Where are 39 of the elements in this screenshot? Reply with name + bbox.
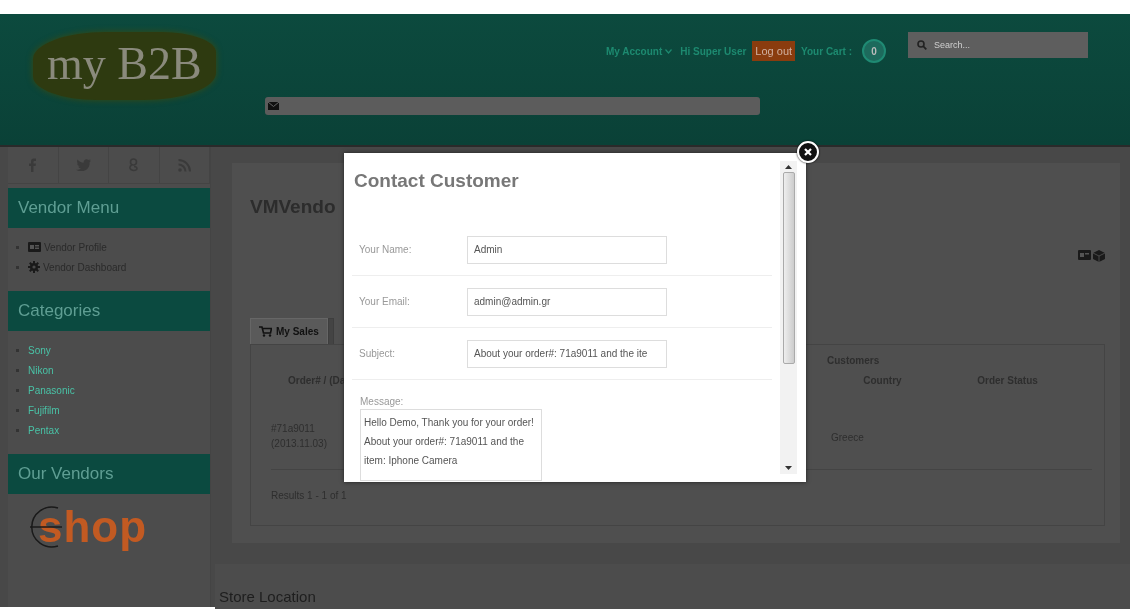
message-field[interactable]: Hello Demo, Thank you for your order! About your order#: 71a9011 and the item: Iphone Camera — [360, 409, 542, 481]
tab[interactable]: My Sales — [250, 318, 328, 344]
field-label: Message: — [360, 396, 405, 407]
category-link[interactable]: Nikon — [28, 364, 54, 376]
id-card-icon[interactable] — [1078, 250, 1091, 260]
tab[interactable] — [327, 318, 334, 344]
box-icon[interactable] — [1093, 250, 1105, 262]
scroll-thumb[interactable] — [782, 172, 795, 364]
category-link[interactable]: Fujifilm — [28, 404, 60, 416]
field-label: Your Name: — [359, 244, 413, 255]
category-link[interactable]: Panasonic — [28, 384, 75, 396]
mail-icon — [267, 102, 279, 110]
category-link[interactable]: Pentax — [28, 424, 60, 436]
my-account-link[interactable]: My Account — [605, 45, 663, 57]
field-label: Your Email: — [359, 296, 411, 307]
greeting-text: Hi Super User — [680, 45, 747, 57]
search-icon — [917, 40, 927, 50]
sidebar-section-heading: Categories — [8, 291, 210, 331]
cart-count-badge: 0 — [862, 39, 886, 63]
search-field[interactable]: Search... — [908, 32, 1088, 58]
sidebar-section-heading: Our Vendors — [8, 454, 210, 494]
input-field[interactable]: Admin — [467, 235, 667, 264]
site-logo: my B2B — [33, 32, 216, 100]
cart-icon — [259, 326, 272, 337]
category-link[interactable]: Sony — [28, 344, 51, 356]
scroll-up-icon[interactable] — [785, 165, 792, 169]
sidebar-section-heading: Vendor Menu — [8, 188, 210, 228]
scrollbar[interactable] — [780, 161, 797, 474]
close-icon — [804, 148, 812, 156]
dialog-title: Contact Customer — [354, 170, 520, 192]
caret-icon — [665, 48, 673, 54]
input-field[interactable]: About your order#: 71a9011 and the ite — [467, 339, 667, 368]
cart-label: Your Cart : — [801, 45, 852, 57]
field-label: Subject: — [359, 348, 397, 359]
gear-icon — [28, 261, 40, 273]
logout-button[interactable]: Log out — [752, 41, 796, 61]
id-card-icon — [28, 242, 41, 252]
scroll-down-icon[interactable] — [785, 466, 792, 470]
input-field[interactable]: admin@admin.gr — [467, 287, 667, 316]
